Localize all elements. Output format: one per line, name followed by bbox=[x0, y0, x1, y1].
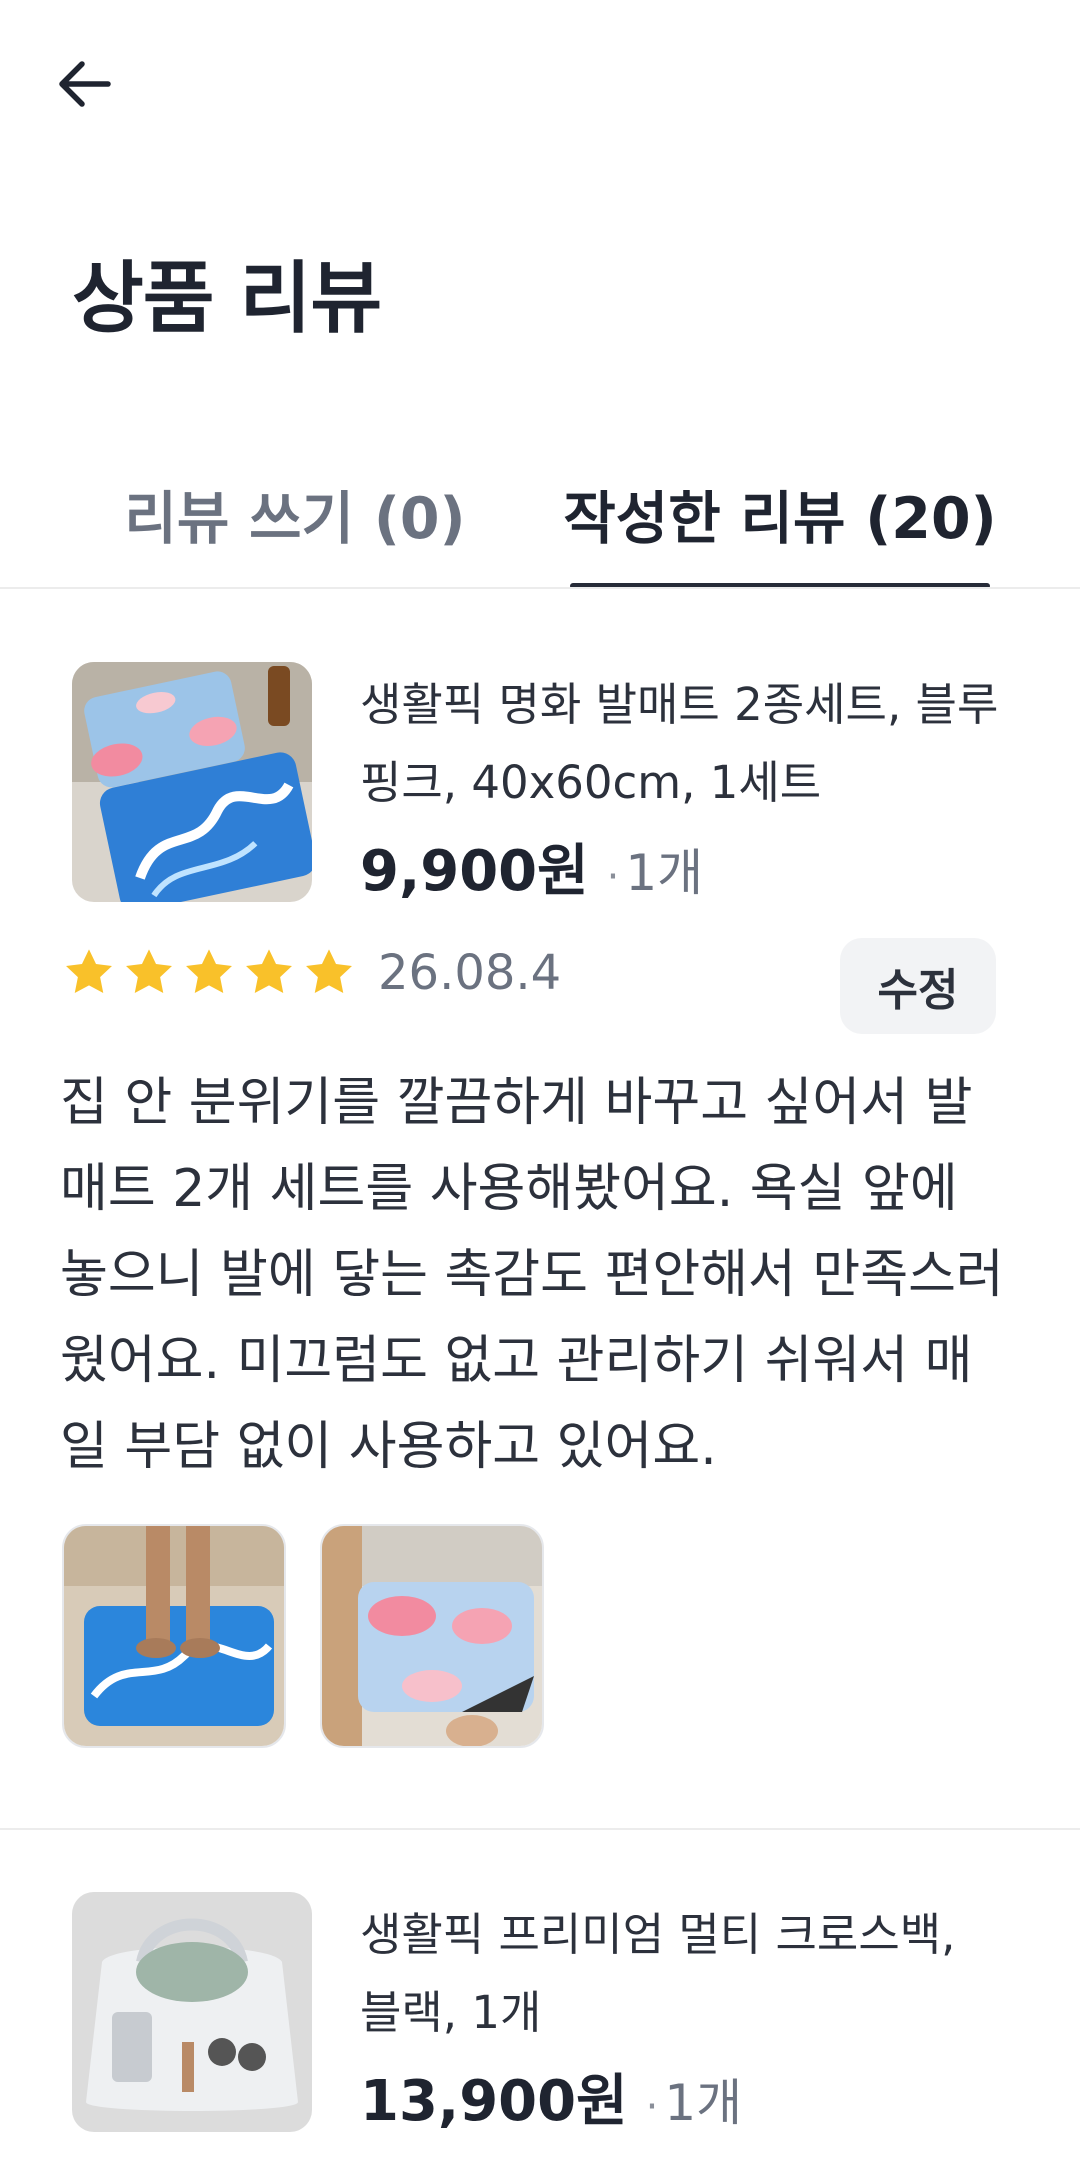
tab-write-review[interactable]: 리뷰 쓰기 (0) bbox=[110, 440, 480, 588]
edit-review-button[interactable]: 수정 bbox=[840, 938, 996, 1034]
product-name[interactable]: 생활픽 명화 발매트 2종세트, 블루핑크, 40x60cm, 1세트 bbox=[360, 666, 1000, 822]
price-row: 9,900원 · 1개 bbox=[360, 826, 703, 907]
star-icon bbox=[126, 949, 172, 994]
review-text: 집 안 분위기를 깔끔하게 바꾸고 싶어서 발매트 2개 세트를 사용해봤어요.… bbox=[60, 1073, 1004, 1477]
quantity-value: 1개 bbox=[625, 844, 704, 902]
rating-row: 26.08.4 bbox=[60, 938, 561, 1008]
tab-written-reviews[interactable]: 작성한 리뷰 (20) bbox=[563, 440, 996, 588]
review-page: 상품 리뷰 리뷰 쓰기 (0) 작성한 리뷰 (20) 생활픽 명화 발매트 2… bbox=[0, 0, 1080, 2165]
product-price: 9,900원 bbox=[360, 839, 589, 904]
product-quantity: · 1개 bbox=[607, 833, 704, 905]
product-thumbnail[interactable] bbox=[72, 1892, 312, 2132]
product-thumbnail[interactable] bbox=[72, 662, 312, 902]
quantity-value: 1개 bbox=[664, 2074, 743, 2132]
arrow-left-icon bbox=[59, 61, 111, 107]
review-tabs: 리뷰 쓰기 (0) 작성한 리뷰 (20) bbox=[0, 440, 1080, 590]
section-divider bbox=[0, 1828, 1080, 1830]
back-button[interactable] bbox=[44, 44, 124, 124]
review-photo[interactable] bbox=[320, 1524, 544, 1748]
price-row: 13,900원 · 1개 bbox=[360, 2056, 742, 2137]
star-icon bbox=[246, 949, 292, 994]
tabs-divider bbox=[0, 587, 1080, 589]
product-name[interactable]: 생활픽 프리미엄 멀티 크로스백, 블랙, 1개 bbox=[360, 1896, 1000, 2052]
product-price: 13,900원 bbox=[360, 2069, 628, 2134]
separator-dot: · bbox=[606, 854, 620, 900]
separator-dot: · bbox=[645, 2084, 659, 2130]
page-title: 상품 리뷰 bbox=[72, 254, 382, 344]
review-date: 26.08.4 bbox=[378, 945, 562, 1001]
review-photo[interactable] bbox=[62, 1524, 286, 1748]
star-icon bbox=[66, 949, 112, 994]
product-quantity: · 1개 bbox=[646, 2063, 743, 2135]
star-icon bbox=[186, 949, 232, 994]
star-icon bbox=[306, 949, 352, 994]
